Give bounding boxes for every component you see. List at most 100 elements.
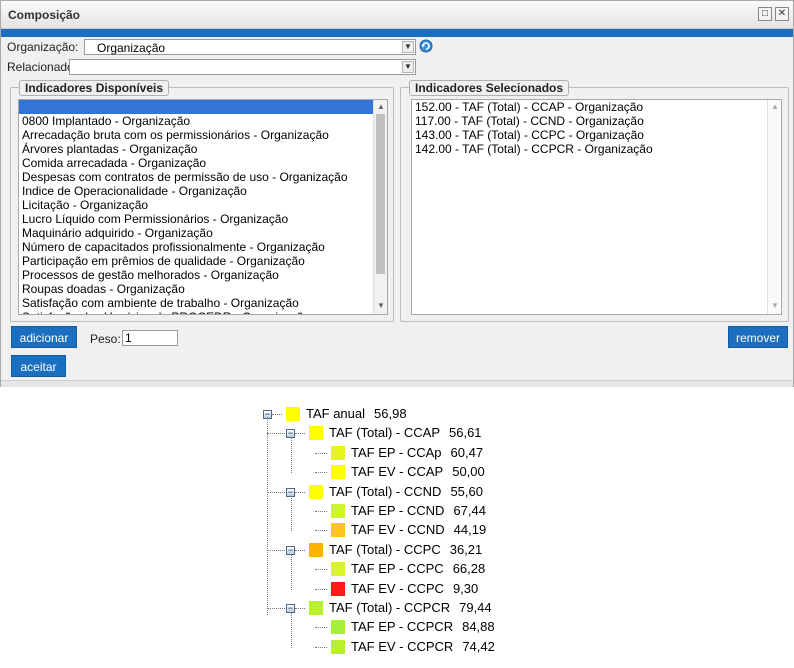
chevron-down-icon[interactable]: ▼ bbox=[402, 61, 414, 73]
scroll-down-icon[interactable]: ▼ bbox=[770, 301, 780, 311]
status-square bbox=[331, 639, 345, 654]
remover-button[interactable]: remover bbox=[728, 326, 788, 348]
node-name: TAF EP - CCPCR bbox=[351, 619, 454, 635]
node-name: TAF EV - CCPC bbox=[351, 580, 444, 596]
list-item[interactable]: Número de capacitados profissionalmente … bbox=[19, 240, 387, 254]
tree-connector bbox=[295, 491, 305, 493]
tree-connector bbox=[315, 452, 327, 454]
node-value: 67,44 bbox=[453, 503, 486, 518]
list-item[interactable] bbox=[19, 100, 387, 114]
aceitar-button[interactable]: aceitar bbox=[11, 355, 66, 377]
tree-node-label[interactable]: TAF EV - CCAP 50,00 bbox=[351, 464, 485, 479]
tree-connector bbox=[315, 588, 327, 590]
adicionar-button[interactable]: adicionar bbox=[11, 326, 77, 348]
node-name: TAF EP - CCAp bbox=[351, 444, 442, 460]
tree-node-label[interactable]: TAF (Total) - CCAP 56,61 bbox=[329, 425, 482, 440]
dialog-title: Composição bbox=[8, 8, 81, 22]
tree-connector bbox=[291, 553, 292, 590]
selecionados-legend: Indicadores Selecionados bbox=[409, 80, 570, 96]
list-item[interactable]: Satisfação dos Usuários do PROCEDR - Org… bbox=[19, 310, 387, 314]
selecionados-fieldset: Indicadores Selecionados 152.00 - TAF (T… bbox=[400, 80, 789, 322]
node-value: 84,88 bbox=[462, 619, 495, 635]
status-square bbox=[331, 562, 345, 577]
selecionados-listbox[interactable]: 152.00 - TAF (Total) - CCAP - Organizaçã… bbox=[411, 99, 782, 315]
list-item[interactable]: 143.00 - TAF (Total) - CCPC - Organizaçã… bbox=[412, 128, 781, 142]
list-item[interactable]: Satisfação com ambiente de trabalho - Or… bbox=[19, 296, 387, 310]
list-item[interactable]: Participação em prêmios de qualidade - O… bbox=[19, 254, 387, 268]
disponiveis-listbox[interactable]: 0800 Implantado - Organização Arrecadação… bbox=[18, 99, 388, 315]
tree-node-label[interactable]: TAF (Total) - CCPCR 79,44 bbox=[329, 600, 492, 615]
scroll-down-icon[interactable]: ▼ bbox=[376, 301, 386, 311]
selecionados-items: 152.00 - TAF (Total) - CCAP - Organizaçã… bbox=[412, 100, 781, 156]
node-name: TAF EP - CCND bbox=[351, 503, 445, 518]
list-item[interactable]: Árvores plantadas - Organização bbox=[19, 142, 387, 156]
status-square bbox=[331, 445, 345, 460]
node-value: 56,61 bbox=[449, 425, 482, 441]
node-name: TAF (Total) - CCPCR bbox=[329, 600, 451, 615]
list-item[interactable]: Processos de gestão melhorados - Organiz… bbox=[19, 268, 387, 282]
status-square bbox=[309, 484, 323, 499]
status-square bbox=[309, 542, 323, 557]
composicao-dialog: Composição □ ✕ Organização: Organização … bbox=[0, 0, 794, 387]
list-item[interactable]: 0800 Implantado - Organização bbox=[19, 114, 387, 128]
list-item[interactable]: Despesas com contratos de permissão de u… bbox=[19, 170, 387, 184]
node-value: 55,60 bbox=[450, 483, 483, 499]
list-item[interactable]: Arrecadação bruta com os permissionários… bbox=[19, 128, 387, 142]
node-name: TAF (Total) - CCND bbox=[329, 483, 442, 499]
list-item[interactable]: Maquinário adquirido - Organização bbox=[19, 226, 387, 240]
maximize-icon[interactable]: □ bbox=[758, 7, 772, 21]
refresh-icon[interactable] bbox=[418, 38, 434, 54]
status-square bbox=[331, 620, 345, 635]
relacionado-label: Relacionado: bbox=[7, 60, 78, 74]
node-name: TAF EV - CCAP bbox=[351, 464, 444, 480]
tree-node-label[interactable]: TAF anual 56,98 bbox=[306, 406, 407, 421]
tree-node-label[interactable]: TAF (Total) - CCND 55,60 bbox=[329, 484, 483, 499]
tree-connector bbox=[315, 627, 327, 629]
tree-connector bbox=[315, 511, 327, 512]
chevron-down-icon[interactable]: ▼ bbox=[402, 41, 414, 53]
list-item[interactable]: Roupas doadas - Organização bbox=[19, 282, 387, 296]
organizacao-value: Organização bbox=[97, 41, 166, 55]
list-item[interactable]: Lucro Líquido com Permissionários - Orga… bbox=[19, 212, 387, 226]
tree-connector bbox=[315, 646, 327, 648]
tree-node-label[interactable]: TAF EP - CCPCR 84,88 bbox=[351, 619, 495, 634]
tree-connector bbox=[272, 414, 282, 415]
list-item[interactable]: 142.00 - TAF (Total) - CCPCR - Organizaç… bbox=[412, 142, 781, 156]
list-item[interactable]: 152.00 - TAF (Total) - CCAP - Organizaçã… bbox=[412, 100, 781, 114]
tree-node-label[interactable]: TAF EV - CCPCR 74,42 bbox=[351, 639, 495, 654]
organizacao-select[interactable]: Organização ▼ bbox=[84, 39, 416, 55]
disponiveis-legend: Indicadores Disponíveis bbox=[19, 80, 170, 96]
selecionados-scrollbar[interactable]: ▲ ▼ bbox=[767, 100, 781, 314]
tree-node-label[interactable]: TAF EV - CCND 44,19 bbox=[351, 522, 486, 537]
relacionado-select[interactable]: ▼ bbox=[69, 59, 416, 75]
peso-input[interactable]: 1 bbox=[122, 330, 178, 346]
tree-node-label[interactable]: TAF EV - CCPC 9,30 bbox=[351, 581, 478, 596]
tree-node-label[interactable]: TAF EP - CCND 67,44 bbox=[351, 503, 486, 518]
status-square bbox=[331, 581, 345, 596]
status-square bbox=[331, 523, 345, 538]
tree-connector bbox=[267, 433, 285, 435]
tree-connector bbox=[291, 437, 292, 474]
scroll-up-icon[interactable]: ▲ bbox=[770, 102, 780, 112]
node-name: TAF EV - CCPCR bbox=[351, 638, 454, 654]
node-value: 56,98 bbox=[374, 406, 407, 421]
status-square bbox=[331, 504, 345, 518]
node-value: 66,28 bbox=[452, 561, 486, 577]
tree-connector bbox=[315, 472, 327, 474]
node-value: 44,19 bbox=[453, 522, 487, 538]
scroll-thumb[interactable] bbox=[376, 114, 385, 274]
organizacao-label: Organização: bbox=[7, 40, 79, 54]
close-icon[interactable]: ✕ bbox=[775, 7, 789, 21]
list-item[interactable]: 117.00 - TAF (Total) - CCND - Organizaçã… bbox=[412, 114, 781, 128]
disponiveis-scrollbar[interactable]: ▲ ▼ bbox=[373, 100, 387, 314]
tree-connector bbox=[295, 608, 305, 609]
tree-connector bbox=[267, 608, 285, 609]
tree-node-label[interactable]: TAF EP - CCPC 66,28 bbox=[351, 561, 485, 576]
scroll-up-icon[interactable]: ▲ bbox=[376, 102, 386, 112]
tree-node-label[interactable]: TAF EP - CCAp 60,47 bbox=[351, 445, 483, 460]
tree-node-label[interactable]: TAF (Total) - CCPC 36,21 bbox=[329, 542, 482, 557]
node-value: 9,30 bbox=[452, 580, 479, 596]
list-item[interactable]: Comida arrecadada - Organização bbox=[19, 156, 387, 170]
list-item[interactable]: Indice de Operacionalidade - Organização bbox=[19, 184, 387, 198]
list-item[interactable]: Licitação - Organização bbox=[19, 198, 387, 212]
